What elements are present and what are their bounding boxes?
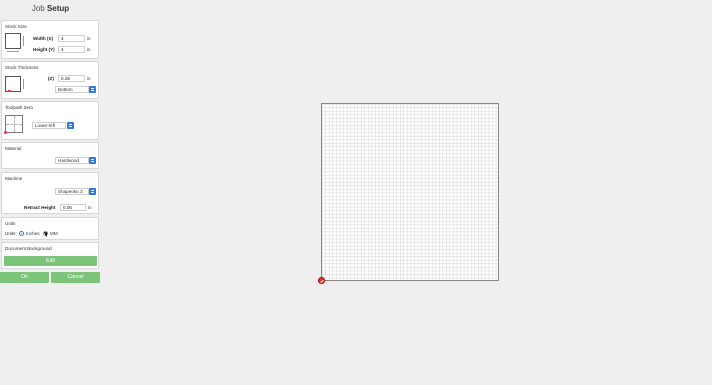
- machine-section: Machine Shapeoko 3 Retract Height 0.05 i…: [1, 172, 99, 214]
- thickness-reference-dropdown-icon[interactable]: [89, 86, 96, 93]
- z-thickness-input[interactable]: 0.25: [58, 75, 85, 82]
- stock-thickness-icon: [5, 76, 24, 92]
- retract-height-input[interactable]: 0.05: [60, 204, 86, 211]
- z-unit: in: [87, 76, 91, 81]
- stock-grid-canvas[interactable]: [321, 103, 499, 281]
- material-dropdown-icon[interactable]: [89, 157, 96, 164]
- stock-size-section: Stock Size Width (X) 4 in Height (Y) 4 i…: [1, 20, 99, 59]
- material-section: Material Hardwood: [1, 142, 99, 169]
- machine-select[interactable]: Shapeoko 3: [55, 188, 89, 195]
- width-unit: in: [87, 36, 91, 41]
- stock-size-icon: [5, 33, 24, 52]
- zero-crosshair-v-icon: [14, 116, 15, 132]
- zero-origin-marker-icon: [4, 131, 7, 134]
- stock-thickness-label: Stock Thickness: [5, 65, 39, 70]
- toolpath-zero-icon: [4, 115, 23, 134]
- thickness-bottom-marker-icon: [8, 90, 11, 92]
- thickness-z-axis-icon: [23, 79, 24, 89]
- height-input[interactable]: 4: [58, 46, 85, 53]
- units-label: Units: [5, 221, 16, 226]
- mouse-cursor-icon: [43, 230, 50, 238]
- retract-height-unit: in: [88, 205, 92, 210]
- units-mm-label[interactable]: MM: [50, 231, 58, 236]
- material-select[interactable]: Hardwood: [55, 157, 89, 164]
- edit-background-button[interactable]: Edit: [4, 256, 97, 266]
- material-label: Material: [5, 146, 22, 151]
- units-inches-label[interactable]: Inches: [26, 231, 40, 236]
- title-light: Job: [31, 4, 45, 13]
- origin-marker-icon: [318, 277, 325, 284]
- retract-height-label: Retract Height: [24, 205, 56, 210]
- width-label: Width (X): [33, 36, 54, 41]
- document-background-section: Document Background Edit: [1, 242, 99, 269]
- title-bold: Setup: [46, 4, 70, 13]
- stock-size-x-axis-icon: [7, 51, 19, 52]
- height-unit: in: [87, 47, 91, 52]
- toolpath-zero-select[interactable]: Lower-left: [32, 122, 66, 129]
- toolpath-zero-section: Toolpath Zero Lower-left: [1, 101, 99, 140]
- machine-label: Machine: [5, 176, 23, 181]
- toolpath-zero-label: Toolpath Zero: [5, 105, 34, 110]
- stock-thickness-section: Stock Thickness (Z) 0.25 in Bottom: [1, 61, 99, 99]
- job-setup-panel: Job Setup Stock Size Width (X) 4 in Heig…: [0, 0, 101, 385]
- thickness-reference-select[interactable]: Bottom: [55, 86, 89, 93]
- cancel-button[interactable]: Cancel: [51, 272, 100, 283]
- width-input[interactable]: 4: [58, 35, 85, 42]
- stock-size-label: Stock Size: [5, 24, 27, 29]
- height-label: Height (Y): [33, 47, 55, 52]
- ok-button[interactable]: Ok: [0, 272, 49, 283]
- radio-selected-dot-icon: [20, 232, 22, 234]
- document-background-label: Document Background: [5, 246, 52, 251]
- toolpath-zero-dropdown-icon[interactable]: [67, 122, 74, 129]
- units-inches-radio[interactable]: [19, 231, 24, 236]
- units-row-label: Units:: [5, 231, 17, 236]
- z-label: (Z): [48, 76, 54, 81]
- stock-size-y-axis-icon: [23, 36, 24, 46]
- units-section: Units Units: Inches MM: [1, 217, 99, 240]
- machine-dropdown-icon[interactable]: [89, 188, 96, 195]
- panel-title: Job Setup: [0, 4, 101, 13]
